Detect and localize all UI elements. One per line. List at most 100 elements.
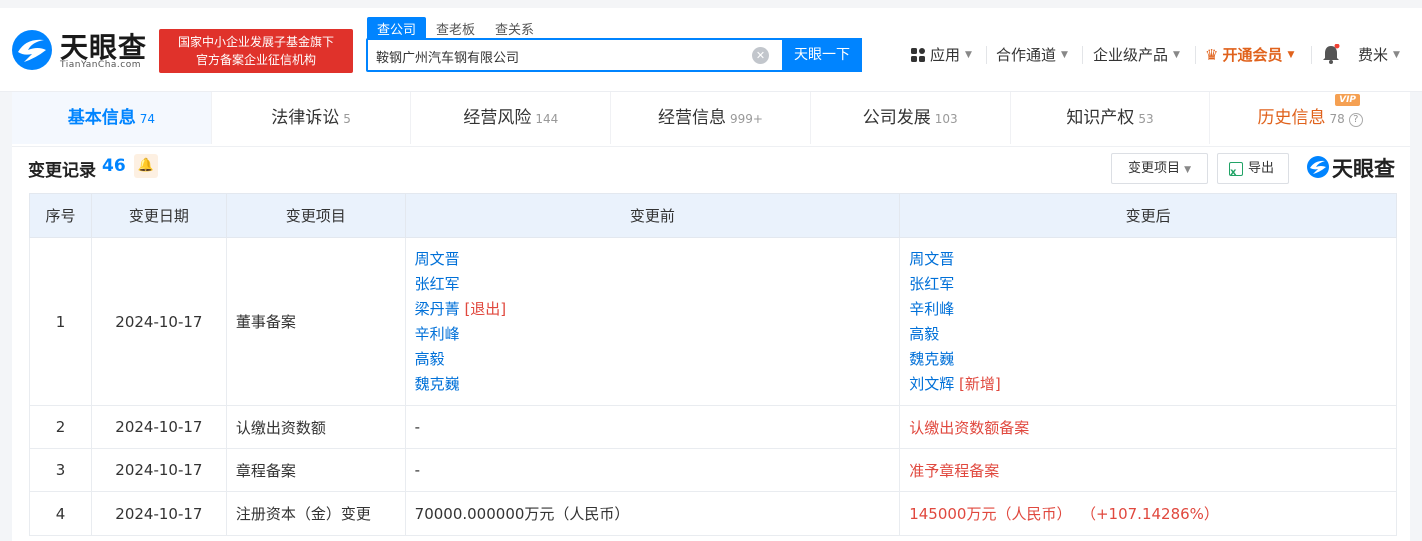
cell-after: 认缴出资数额备案 [899,405,1397,449]
tab-risk[interactable]: 经营风险 144 [411,92,612,144]
col-header-after: 变更后 [899,193,1397,238]
search-tab-relation[interactable]: 查关系 [485,17,544,39]
nav-vip[interactable]: ♛ 开通会员 ▼ [1205,44,1294,65]
table-row: 4 2024-10-17 注册资本（金）变更 70000.000000万元（人民… [29,491,1397,536]
person-link[interactable]: 辛利峰 [909,297,1396,322]
tab-count: 144 [535,112,559,126]
change-item-filter[interactable]: 变更项目 ▼ [1111,153,1208,184]
nav-apps[interactable]: 应用 ▼ [911,44,972,65]
nav-divider [986,46,987,64]
nav-divider [1082,46,1083,64]
banner-line-2: 官方备案企业征信机构 [195,53,316,67]
person-link[interactable]: 梁丹菁 [退出] [415,297,900,322]
tab-label: 公司发展 [862,108,931,128]
tab-label: 法律诉讼 [271,108,340,128]
col-header-date: 变更日期 [90,193,227,238]
cell-after: 145000万元（人民币） （+107.14286%） [899,491,1397,536]
tab-count: 5 [343,112,351,126]
col-header-no: 序号 [29,193,92,238]
person-link[interactable]: 魏克巍 [909,347,1396,372]
cell-date: 2024-10-17 [90,405,227,449]
person-link[interactable]: 张红军 [415,272,900,297]
tab-operation[interactable]: 经营信息 999+ [611,92,811,144]
person-link[interactable]: 张红军 [909,272,1396,297]
official-banner[interactable]: 国家中小企业发展子基金旗下 官方备案企业征信机构 [159,29,353,73]
search-box: ✕ 天眼一下 [366,38,862,72]
chevron-down-icon: ▼ [1173,49,1180,60]
cell-date: 2024-10-17 [90,491,227,536]
site-logo[interactable]: 天眼查 TianYanCha.com [10,26,152,74]
clear-search-icon[interactable]: ✕ [752,47,769,64]
section-title: 变更记录 [28,161,96,181]
search-tab-company[interactable]: 查公司 [367,17,427,39]
tab-label: 基本信息 [67,108,136,128]
tianyancha-logo-icon [12,30,52,70]
cell-before: 70000.000000万元（人民币） [404,491,901,536]
person-name: 刘文辉 [909,374,955,393]
chevron-down-icon: ▼ [965,49,972,60]
nav-apps-label: 应用 [930,46,961,64]
chevron-down-icon: ▼ [1061,49,1068,60]
tab-basic-info[interactable]: 基本信息 74 [12,92,212,144]
cell-before: - [404,448,901,492]
exit-tag: [退出] [464,299,507,318]
cell-after: 准予章程备案 [899,448,1397,492]
person-link[interactable]: 辛利峰 [415,322,900,347]
cell-no: 3 [29,448,92,492]
search-input[interactable] [376,46,746,66]
nav-channels[interactable]: 合作通道 ▼ [996,44,1068,65]
watermark-text: 天眼查 [1332,157,1395,181]
nav-divider [1195,46,1196,64]
cell-after: 周文晋 张红军 辛利峰 高毅 魏克巍 刘文辉 [新增] [899,237,1397,406]
cell-no: 4 [29,491,92,536]
tab-count: 999+ [730,112,763,126]
person-link[interactable]: 高毅 [909,322,1396,347]
chevron-down-icon: ▼ [1184,165,1192,175]
cell-date: 2024-10-17 [90,237,227,406]
export-label: 导出 [1248,161,1275,176]
person-name: 梁丹菁 [414,299,460,318]
change-records-section: 变更记录 46 🔔 变更项目 ▼ 导出 天眼查 序号 变更日期 变更项目 变更前… [12,147,1410,541]
cell-before: 周文晋 张红军 梁丹菁 [退出] 辛利峰 高毅 魏克巍 [404,237,901,406]
tab-count: 74 [139,112,155,126]
person-link[interactable]: 刘文辉 [新增] [909,372,1396,397]
nav-vip-label: 开通会员 [1222,46,1283,64]
tianyancha-logo-icon [1307,156,1329,178]
tab-legal[interactable]: 法律诉讼 5 [212,92,412,144]
user-name: 费米 [1358,46,1389,64]
tab-development[interactable]: 公司发展 103 [811,92,1011,144]
export-button[interactable]: 导出 [1217,153,1289,187]
subscribe-bell-icon[interactable]: 🔔 [134,154,158,178]
tab-ip[interactable]: 知识产权 53 [1011,92,1211,144]
cell-item: 认缴出资数额 [225,405,406,449]
person-link[interactable]: 魏克巍 [415,372,900,397]
search-type-tabs: 查公司 查老板 查关系 [367,17,544,39]
tab-label: 经营信息 [658,108,727,128]
tab-count: 103 [934,112,958,126]
person-link[interactable]: 周文晋 [909,247,1396,272]
search-tab-boss[interactable]: 查老板 [426,17,485,39]
nav-divider [1311,46,1312,64]
col-header-before: 变更前 [404,193,901,238]
tab-history[interactable]: VIP 历史信息 78? [1210,92,1410,144]
bell-icon [1323,44,1340,64]
tab-count: 78 [1329,112,1345,126]
cell-item: 章程备案 [225,448,406,492]
nav-enterprise[interactable]: 企业级产品 ▼ [1093,44,1180,65]
table-row: 3 2024-10-17 章程备案 - 准予章程备案 [29,448,1397,492]
notification-bell[interactable] [1322,44,1340,64]
cell-before: - [404,405,901,449]
filter-label: 变更项目 [1127,161,1180,176]
cell-no: 1 [29,237,92,406]
header-top-strip [0,0,1422,8]
tab-label: 经营风险 [463,108,532,128]
chevron-down-icon: ▼ [1393,49,1400,60]
search-button[interactable]: 天眼一下 [782,38,862,72]
help-icon[interactable]: ? [1348,113,1363,127]
person-link[interactable]: 周文晋 [415,247,900,272]
user-menu[interactable]: 费米 ▼ [1358,44,1400,65]
person-link[interactable]: 高毅 [415,347,900,372]
logo-domain: TianYanCha.com [60,60,142,70]
crown-icon: ♛ [1205,45,1219,64]
cell-item: 注册资本（金）变更 [225,491,406,536]
